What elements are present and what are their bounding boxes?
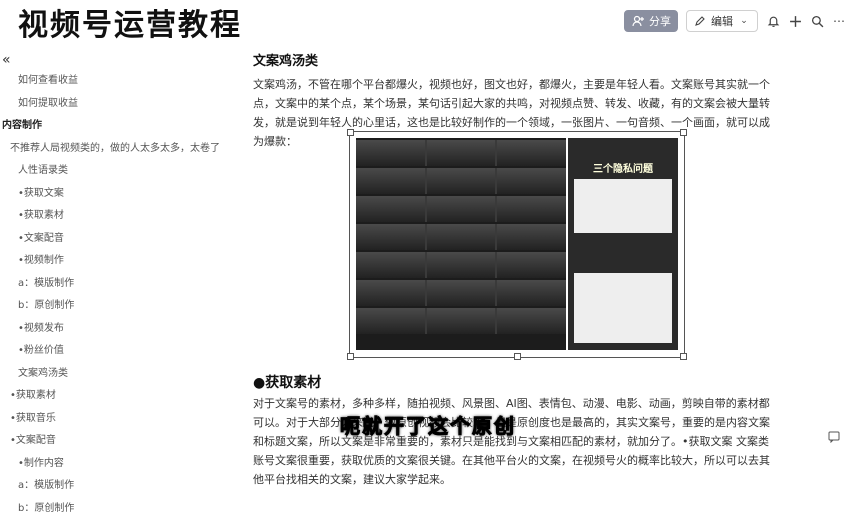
image-panel-title: 三个隐私问题 bbox=[568, 160, 678, 175]
page-title: 视频号运营教程 bbox=[18, 6, 242, 46]
sidebar-outline: 如何查看收益如何提取收益内容制作不推荐人局视频类的，做的人太多太多，太卷了人性语… bbox=[0, 70, 240, 520]
sidebar-item[interactable]: b：原创制作 bbox=[0, 295, 240, 318]
resize-handle[interactable] bbox=[680, 353, 687, 360]
chevron-down-icon: ⌄ bbox=[737, 14, 751, 28]
share-button[interactable]: 分享 bbox=[624, 10, 678, 32]
sidebar-item[interactable]: 不推荐人局视频类的，做的人太多太多，太卷了 bbox=[0, 138, 240, 161]
text-card-image: 三个隐私问题 bbox=[568, 138, 678, 350]
resize-handle[interactable] bbox=[347, 129, 354, 136]
resize-handle[interactable] bbox=[347, 353, 354, 360]
toolbar: 分享 编辑 ⌄ ⋯ bbox=[624, 10, 846, 32]
sidebar-item[interactable]: 如何查看收益 bbox=[0, 70, 240, 93]
sidebar-item[interactable]: 如何提取收益 bbox=[0, 93, 240, 116]
sidebar-item[interactable]: a：模版制作 bbox=[0, 475, 240, 498]
collapse-sidebar-icon[interactable]: « bbox=[2, 52, 11, 68]
share-label: 分享 bbox=[649, 13, 671, 29]
video-subtitle: 呃就开了这个原创 bbox=[340, 410, 516, 439]
embedded-image[interactable]: 三个隐私问题 bbox=[349, 131, 685, 358]
resize-handle[interactable] bbox=[514, 353, 521, 360]
comment-icon[interactable] bbox=[828, 431, 840, 446]
edit-button[interactable]: 编辑 ⌄ bbox=[686, 10, 758, 32]
sidebar-item[interactable]: •获取素材 bbox=[0, 205, 240, 228]
sidebar-item[interactable]: •文案配音 bbox=[0, 228, 240, 251]
image-text-panel bbox=[574, 179, 672, 233]
bell-icon[interactable] bbox=[766, 14, 780, 28]
sidebar-item[interactable]: •粉丝价值 bbox=[0, 340, 240, 363]
add-icon[interactable] bbox=[788, 14, 802, 28]
section-heading: ●获取素材 bbox=[253, 372, 321, 392]
resize-handle[interactable] bbox=[680, 129, 687, 136]
sidebar-item[interactable]: •获取素材 bbox=[0, 385, 240, 408]
paragraph: 对于文案号的素材，多种多样，随拍视频、风景图、AI图、表情包、动漫、电影、动画，… bbox=[253, 394, 773, 489]
sidebar-item[interactable]: 人性语录类 bbox=[0, 160, 240, 183]
sidebar-item[interactable]: •视频发布 bbox=[0, 318, 240, 341]
sidebar-item[interactable]: •制作内容 bbox=[0, 453, 240, 476]
sidebar-item[interactable]: •获取音乐 bbox=[0, 408, 240, 431]
pencil-icon bbox=[693, 14, 707, 28]
sidebar-item[interactable]: a：模版制作 bbox=[0, 273, 240, 296]
sidebar-item[interactable]: 文案鸡汤类 bbox=[0, 363, 240, 386]
sidebar-item[interactable]: b：原创制作 bbox=[0, 498, 240, 520]
edit-label: 编辑 bbox=[711, 13, 733, 29]
sidebar-item[interactable]: 内容制作 bbox=[0, 115, 240, 138]
sidebar-item[interactable]: •获取文案 bbox=[0, 183, 240, 206]
screenshot-grid bbox=[356, 138, 566, 350]
section-title: 文案鸡汤类 bbox=[253, 50, 773, 69]
search-icon[interactable] bbox=[810, 14, 824, 28]
sidebar-item[interactable]: •视频制作 bbox=[0, 250, 240, 273]
image-text-panel bbox=[574, 273, 672, 343]
more-icon[interactable]: ⋯ bbox=[832, 14, 846, 28]
add-user-icon bbox=[631, 14, 645, 28]
sidebar-item[interactable]: •文案配音 bbox=[0, 430, 240, 453]
